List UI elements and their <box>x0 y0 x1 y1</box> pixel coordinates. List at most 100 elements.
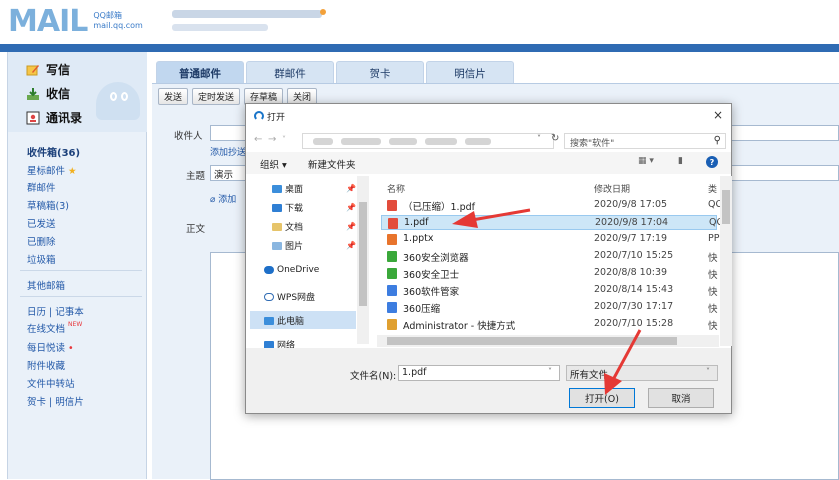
file-row[interactable]: 360压缩 2020/7/30 17:17 快 <box>381 300 718 315</box>
file-modified-date: 2020/9/7 17:19 <box>594 233 668 244</box>
sidebar-item-daily-reading[interactable]: 每日悦读 • <box>27 340 74 354</box>
file-row[interactable]: 1.pptx 2020/9/7 17:19 PP <box>381 232 719 247</box>
file-row[interactable]: （已压缩）1.pdf 2020/9/8 17:05 QC <box>381 198 722 213</box>
file-modified-date: 2020/7/10 15:25 <box>594 250 674 261</box>
pencil-icon <box>26 63 40 77</box>
send-button[interactable]: 发送 <box>158 88 189 105</box>
column-header-modified[interactable]: 修改日期 <box>594 182 630 195</box>
tab-greeting-card[interactable]: 贺卡 <box>336 61 424 84</box>
filetype-select[interactable]: 所有文件 <box>566 365 718 381</box>
pin-icon: 📌 <box>346 184 356 193</box>
file-type: 快 <box>708 270 718 281</box>
mail-logo[interactable]: MAIL QQ邮箱 mail.qq.com <box>8 4 143 39</box>
file-modified-date: 2020/7/10 15:28 <box>594 318 674 329</box>
column-header-name[interactable]: 名称 <box>387 182 405 195</box>
file-type: 快 <box>708 287 718 298</box>
column-header-type[interactable]: 类 <box>708 182 717 195</box>
dialog-titlebar[interactable]: 打开 × <box>246 104 731 128</box>
sidebar-item-group-mail[interactable]: 群邮件 <box>27 180 56 194</box>
filetype-dropdown-icon[interactable]: ˅ <box>706 367 710 376</box>
sidebar-item-spam[interactable]: 垃圾箱 <box>27 252 56 266</box>
tab-postcard[interactable]: 明信片 <box>426 61 514 84</box>
nav-item-onedrive[interactable]: OneDrive <box>264 265 319 275</box>
file-row[interactable]: 360软件管家 2020/8/14 15:43 快 <box>381 283 718 298</box>
search-input[interactable]: 搜索"软件" ⚲ <box>564 133 726 149</box>
filename-dropdown-icon[interactable]: ˅ <box>548 367 552 376</box>
organize-button[interactable]: 组织 ▾ <box>260 157 287 171</box>
add-cc-link[interactable]: 添加抄送 <box>210 145 246 158</box>
new-folder-button[interactable]: 新建文件夹 <box>308 157 356 171</box>
filename-input[interactable]: 1.pdf <box>398 365 560 381</box>
preview-pane-icon[interactable]: ▮ <box>678 156 683 166</box>
address-dropdown-icon[interactable]: ˅ <box>537 134 541 143</box>
file-type-icon <box>387 251 397 262</box>
file-row[interactable]: Administrator - 快捷方式 2020/7/10 15:28 快 <box>381 317 718 332</box>
address-bar[interactable] <box>302 133 554 149</box>
sidebar-item-inbox[interactable]: 收件箱(36) <box>27 144 80 159</box>
sidebar-item-online-docs[interactable]: 在线文档 NEW <box>27 321 82 335</box>
nav-item-downloads[interactable]: 下载 <box>272 201 303 214</box>
view-options-icon[interactable]: ▦ ▾ <box>638 156 654 166</box>
compose-link[interactable]: 写信 <box>26 61 70 78</box>
file-list-vertical-scrollbar[interactable] <box>720 176 732 346</box>
file-modified-date: 2020/8/14 15:43 <box>594 284 674 295</box>
nav-scrollbar[interactable] <box>357 176 369 344</box>
file-row[interactable]: 360安全浏览器 2020/7/10 15:25 快 <box>381 249 718 264</box>
sidebar-item-attachments[interactable]: 附件收藏 <box>27 358 65 372</box>
open-button[interactable]: 打开(O) <box>569 388 635 408</box>
nav-item-wps-drive[interactable]: WPS网盘 <box>264 290 315 303</box>
receive-link[interactable]: 收信 <box>26 85 70 102</box>
file-type-icon <box>388 218 398 229</box>
tab-normal-mail[interactable]: 普通邮件 <box>156 61 244 84</box>
contacts-link[interactable]: 通讯录 <box>26 109 82 126</box>
sidebar-item-deleted[interactable]: 已删除 <box>27 234 56 248</box>
scheduled-send-button[interactable]: 定时发送 <box>192 88 241 105</box>
file-name: （已压缩）1.pdf <box>403 202 475 213</box>
sidebar-divider <box>20 296 142 297</box>
add-attachment-link[interactable]: ⌀ 添加 <box>210 192 236 205</box>
sidebar-item-other-mailbox[interactable]: 其他邮箱 <box>27 278 65 292</box>
file-type: 快 <box>708 321 718 332</box>
nav-item-documents[interactable]: 文档 <box>272 220 303 233</box>
dialog-command-bar: 组织 ▾ 新建文件夹 ▦ ▾ ▮ ? <box>246 152 731 174</box>
quick-actions: 写信 收信 通讯录 <box>8 52 147 132</box>
dialog-close-button[interactable]: × <box>713 108 723 122</box>
tab-group-mail[interactable]: 群邮件 <box>246 61 334 84</box>
desktop-folder-icon <box>272 184 282 193</box>
help-icon[interactable]: ? <box>706 156 718 168</box>
file-name: 360软件管家 <box>403 287 460 298</box>
file-row[interactable]: 1.pdf 2020/9/8 17:04 QC <box>381 215 723 230</box>
recent-dropdown-icon[interactable]: ˅ <box>282 135 286 144</box>
nav-item-pictures[interactable]: 图片 <box>272 239 303 252</box>
cancel-button[interactable]: 取消 <box>648 388 714 408</box>
forward-arrow-icon[interactable]: → <box>268 134 276 145</box>
dialog-nav-pane: 桌面 📌 下载 📌 文档 📌 图片 📌 OneDrive WPS网盘 此电脑 网… <box>246 176 371 351</box>
file-row[interactable]: 360安全卫士 2020/8/8 10:39 快 <box>381 266 718 281</box>
sidebar-item-drafts[interactable]: 草稿箱(3) <box>27 198 69 212</box>
filename-label: 文件名(N): <box>350 371 397 382</box>
sidebar-item-starred[interactable]: 星标邮件 ★ <box>27 163 77 177</box>
pin-icon: 📌 <box>346 241 356 250</box>
sidebar-divider <box>20 270 142 271</box>
wps-cloud-icon <box>264 292 274 301</box>
compose-tabs: 普通邮件 群邮件 贺卡 明信片 <box>156 61 516 84</box>
nav-item-desktop[interactable]: 桌面 <box>272 182 303 195</box>
app-header: MAIL QQ邮箱 mail.qq.com <box>0 0 839 44</box>
file-type-icon <box>387 200 397 211</box>
computer-icon <box>264 316 274 325</box>
back-arrow-icon[interactable]: ← <box>254 134 262 145</box>
pin-icon: 📌 <box>346 203 356 212</box>
nav-item-this-pc[interactable]: 此电脑 <box>264 314 304 327</box>
recipient-label: 收件人 <box>174 131 203 142</box>
sidebar-item-cards[interactable]: 贺卡 | 明信片 <box>27 394 84 408</box>
sidebar-item-file-transfer[interactable]: 文件中转站 <box>27 376 75 390</box>
refresh-icon[interactable]: ↻ <box>551 133 559 144</box>
star-icon: ★ <box>68 166 77 177</box>
sidebar-item-calendar-notes[interactable]: 日历 | 记事本 <box>27 304 84 318</box>
browser-icon <box>254 111 264 121</box>
file-name: 360安全浏览器 <box>403 253 469 264</box>
file-type-icon <box>387 268 397 279</box>
body-label: 正文 <box>186 224 206 235</box>
file-list-horizontal-scrollbar[interactable] <box>377 335 719 347</box>
sidebar-item-sent[interactable]: 已发送 <box>27 216 56 230</box>
